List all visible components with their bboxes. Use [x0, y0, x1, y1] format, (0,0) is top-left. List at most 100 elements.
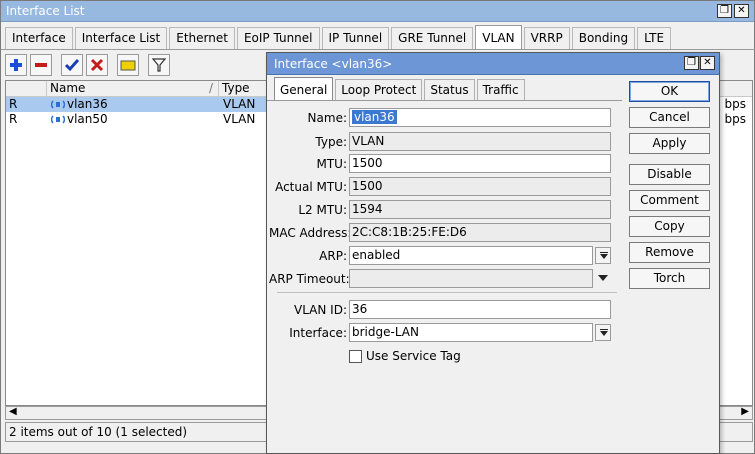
mac-address-field: 2C:C8:1B:25:FE:D6 [349, 223, 611, 242]
tab-interface[interactable]: Interface [5, 27, 73, 50]
disable-button[interactable]: Disable [629, 164, 710, 185]
column-name-label: Name [50, 81, 86, 95]
tab-vrrp[interactable]: VRRP [523, 27, 570, 50]
restore-icon: ❐ [720, 5, 729, 16]
scroll-left-icon[interactable]: ◀ [9, 406, 17, 417]
type-label: Type: [315, 135, 347, 149]
apply-button[interactable]: Apply [629, 133, 710, 154]
status-text: 2 items out of 10 (1 selected) [9, 425, 188, 439]
interface-row: Interface: bridge-LAN [267, 323, 611, 343]
tab-status[interactable]: Status [424, 79, 475, 101]
dialog-close-button[interactable]: ✕ [700, 56, 715, 70]
torch-button[interactable]: Torch [629, 268, 710, 289]
tab-lte[interactable]: LTE [637, 27, 672, 50]
row-type: VLAN [223, 97, 256, 111]
l2-mtu-label: L2 MTU: [298, 203, 347, 217]
arp-label: ARP: [319, 249, 347, 263]
vlan-id-label: VLAN ID: [294, 303, 347, 317]
arp-timeout-label: ARP Timeout: [269, 272, 350, 286]
restore-button[interactable]: ❐ [717, 4, 732, 18]
actual-mtu-row: Actual MTU: 1500 [267, 177, 611, 197]
column-type-label: Type [222, 81, 250, 95]
mtu-input[interactable]: 1500 [349, 154, 611, 173]
close-icon: ✕ [703, 57, 712, 68]
dialog-titlebar[interactable]: Interface <vlan36> ❐ ✕ [267, 53, 719, 75]
row-flag: R [9, 112, 18, 126]
tab-eoip-tunnel[interactable]: EoIP Tunnel [236, 27, 320, 50]
note-icon [120, 60, 136, 71]
copy-button[interactable]: Copy [629, 216, 710, 237]
arp-select[interactable]: enabled [349, 246, 593, 265]
use-service-tag-checkbox[interactable] [349, 350, 362, 363]
use-service-tag-label: Use Service Tag [366, 349, 461, 363]
dialog-tab-bar: General Loop Protect Status Traffic [274, 77, 527, 101]
x-icon [90, 58, 104, 72]
comment-button[interactable] [117, 54, 139, 76]
arp-timeout-dropdown-icon[interactable] [598, 275, 608, 285]
tab-loop-protect[interactable]: Loop Protect [335, 79, 423, 101]
tab-traffic[interactable]: Traffic [476, 79, 525, 101]
interface-icon [50, 114, 66, 129]
filter-button[interactable] [148, 54, 170, 76]
actual-mtu-label: Actual MTU: [275, 180, 347, 194]
row-flag: R [9, 97, 18, 111]
actual-mtu-field: 1500 [349, 177, 611, 196]
name-value: vlan36 [352, 110, 397, 124]
remove-button[interactable] [30, 54, 52, 76]
l2-mtu-field: 1594 [349, 200, 611, 219]
row-name: vlan36 [67, 97, 108, 111]
disable-button[interactable] [86, 54, 108, 76]
dialog-tab-divider [267, 100, 622, 101]
name-input[interactable]: vlan36 [349, 108, 611, 127]
add-button[interactable] [5, 54, 27, 76]
type-field: VLAN [349, 132, 611, 151]
vlan-id-row: VLAN ID: 36 [267, 300, 611, 320]
enable-button[interactable] [61, 54, 83, 76]
vlan-id-input[interactable]: 36 [349, 300, 611, 319]
tab-ip-tunnel[interactable]: IP Tunnel [321, 27, 390, 50]
type-row: Type: VLAN [267, 132, 611, 152]
tab-interface-list[interactable]: Interface List [74, 27, 168, 50]
scroll-right-icon[interactable]: ▶ [741, 406, 749, 417]
mac-address-row: MAC Address: 2C:C8:1B:25:FE:D6 [267, 223, 611, 243]
tab-bonding[interactable]: Bonding [571, 27, 636, 50]
mtu-row: MTU: 1500 [267, 154, 611, 174]
row-type: VLAN [223, 112, 256, 126]
interface-dialog: Interface <vlan36> ❐ ✕ General Loop Prot… [266, 52, 720, 454]
restore-icon: ❐ [687, 57, 696, 68]
dialog-restore-button[interactable]: ❐ [684, 56, 699, 70]
close-icon: ✕ [737, 5, 746, 16]
tab-ethernet[interactable]: Ethernet [169, 27, 235, 50]
row-name: vlan50 [67, 112, 108, 126]
column-flags[interactable] [6, 81, 47, 97]
column-name[interactable]: Name / [47, 81, 219, 97]
tab-general[interactable]: General [274, 77, 334, 101]
sort-indicator: / [209, 81, 214, 95]
arp-row: ARP: enabled [267, 246, 611, 266]
l2-mtu-row: L2 MTU: 1594 [267, 200, 611, 220]
comment-button[interactable]: Comment [629, 190, 710, 211]
ok-button[interactable]: OK [629, 81, 710, 102]
tab-vlan[interactable]: VLAN [475, 25, 522, 50]
name-label: Name: [307, 111, 347, 125]
tab-bar: Interface Interface List Ethernet EoIP T… [5, 25, 673, 50]
name-row: Name: vlan36 [267, 108, 611, 128]
mac-address-label: MAC Address: [269, 226, 352, 240]
check-icon [65, 59, 79, 72]
interface-dropdown-icon[interactable] [595, 324, 611, 341]
window-title: Interface List [6, 4, 85, 18]
cancel-button[interactable]: Cancel [629, 107, 710, 128]
plus-icon [10, 59, 22, 71]
arp-dropdown-icon[interactable] [595, 247, 611, 264]
tab-gre-tunnel[interactable]: GRE Tunnel [391, 27, 474, 50]
interface-select[interactable]: bridge-LAN [349, 323, 593, 342]
arp-timeout-row: ARP Timeout: [267, 269, 608, 289]
window-titlebar[interactable]: Interface List ❐ ✕ [1, 1, 754, 22]
interface-label: Interface: [289, 326, 347, 340]
close-button[interactable]: ✕ [734, 4, 749, 18]
remove-button[interactable]: Remove [629, 242, 710, 263]
separator [277, 292, 617, 293]
funnel-icon [152, 58, 166, 72]
toolbar [5, 54, 173, 78]
arp-timeout-field[interactable] [349, 269, 593, 288]
